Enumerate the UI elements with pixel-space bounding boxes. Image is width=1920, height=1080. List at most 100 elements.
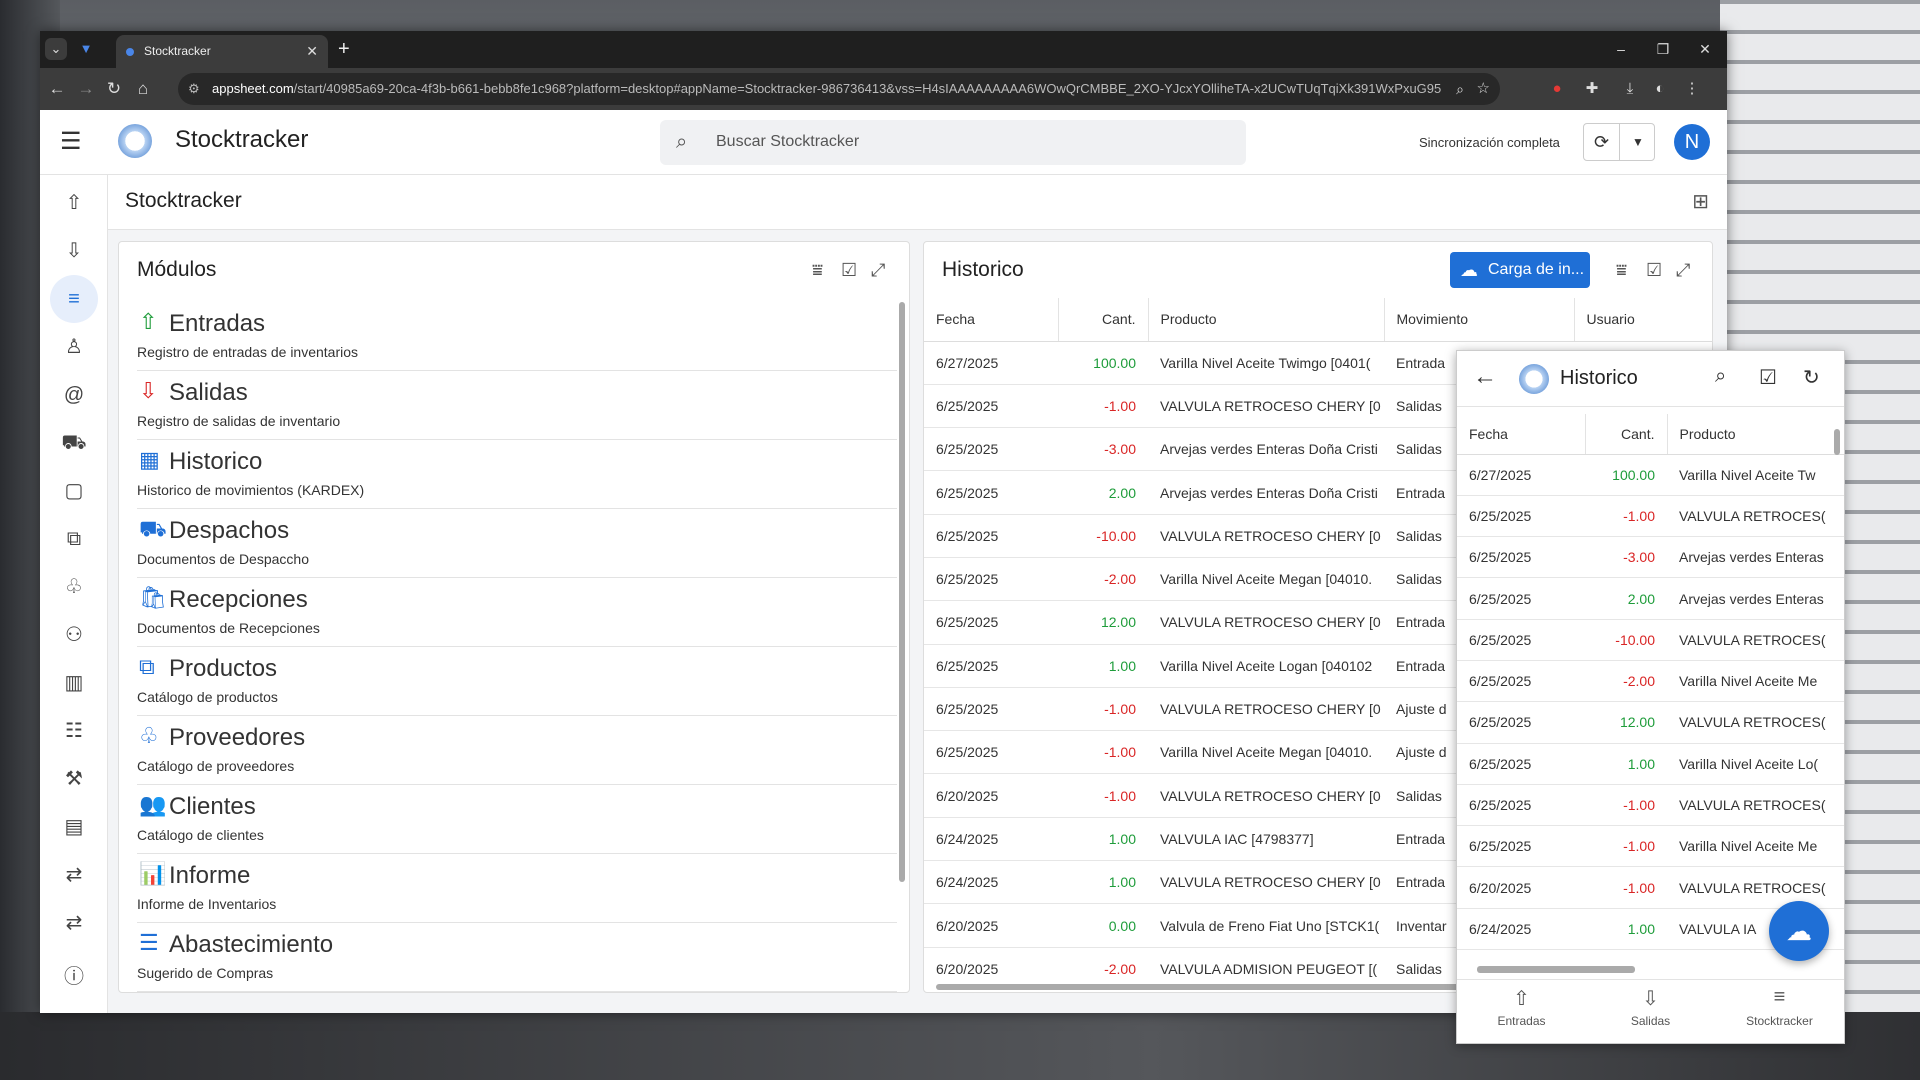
- historico-hscrollbar[interactable]: [936, 984, 1536, 990]
- url-host: appsheet.com: [212, 81, 294, 96]
- expand-icon[interactable]: ⤢: [1676, 260, 1690, 281]
- tab-search-button[interactable]: ⌄: [45, 38, 67, 60]
- extension-pin-icon[interactable]: ▼: [75, 38, 97, 60]
- nav-users-icon[interactable]: ⚇: [58, 619, 90, 651]
- column-header[interactable]: Cant.: [1585, 414, 1668, 455]
- select-checkbox-icon[interactable]: ☑: [1759, 365, 1777, 390]
- filter-icon[interactable]: ⩸: [812, 260, 823, 281]
- table-row[interactable]: 6/20/2025 -1.00 VALVULA RETROCES(: [1457, 866, 1844, 909]
- checklist-icon: ☰: [139, 930, 159, 955]
- extensions-puzzle-icon[interactable]: ✚: [1580, 77, 1604, 101]
- restore-button[interactable]: ❐: [1642, 31, 1684, 68]
- address-bar[interactable]: ⚙ appsheet.com/start/40985a69-20ca-4f3b-…: [178, 73, 1500, 105]
- minimize-button[interactable]: –: [1600, 31, 1642, 68]
- table-row[interactable]: 6/25/2025 -1.00 VALVULA RETROCES(: [1457, 495, 1844, 538]
- table-row[interactable]: 6/25/2025 -2.00 Varilla Nivel Aceite Me: [1457, 660, 1844, 703]
- chevron-down-icon[interactable]: ▼: [1620, 124, 1656, 160]
- table-row[interactable]: 6/25/2025 2.00 Arvejas verdes Enteras: [1457, 577, 1844, 620]
- cloud-upload-fab[interactable]: ☁: [1769, 901, 1829, 961]
- modulo-item[interactable]: ☰ Abastecimiento Sugerido de Compras: [137, 923, 897, 992]
- column-header[interactable]: Producto: [1148, 298, 1385, 342]
- modulo-description: Catálogo de proveedores: [137, 758, 295, 774]
- site-info-icon[interactable]: ⚙: [188, 73, 200, 105]
- sync-icon[interactable]: ⟳: [1584, 124, 1620, 160]
- nav-at-icon[interactable]: @: [58, 379, 90, 411]
- nav-handshake-icon[interactable]: ♧: [58, 571, 90, 603]
- nav-transfer-icon[interactable]: ⇄: [58, 859, 90, 891]
- column-header[interactable]: Fecha: [924, 298, 1059, 342]
- modulo-item[interactable]: 📊 Informe Informe de Inventarios: [137, 854, 897, 923]
- table-row[interactable]: 6/25/2025 -1.00 Varilla Nivel Aceite Me: [1457, 825, 1844, 868]
- table-row[interactable]: 6/25/2025 1.00 Varilla Nivel Aceite Lo(: [1457, 743, 1844, 785]
- browser-tab[interactable]: Stocktracker ✕: [116, 35, 328, 68]
- search-icon[interactable]: ⌕: [1715, 365, 1726, 388]
- carga-inventario-button[interactable]: ☁ Carga de in...: [1450, 252, 1590, 288]
- grid-view-icon[interactable]: ⊞: [1692, 189, 1709, 214]
- expand-icon[interactable]: ⤢: [871, 260, 885, 281]
- mobile-vscrollbar[interactable]: [1834, 429, 1840, 455]
- search-input[interactable]: ⌕ Buscar Stocktracker: [660, 120, 1246, 165]
- bottom-nav-item[interactable]: ⇩ Salidas: [1586, 986, 1715, 1030]
- column-header[interactable]: Cant.: [1058, 298, 1149, 342]
- nav-dolly-icon[interactable]: ⛟: [58, 427, 90, 459]
- hamburger-menu-icon[interactable]: ☰: [60, 130, 82, 154]
- cell-cant: -3.00: [1585, 536, 1667, 579]
- column-header[interactable]: Movimiento: [1384, 298, 1575, 342]
- modulo-name: Recepciones: [169, 586, 308, 613]
- profile-icon[interactable]: ◐: [1648, 77, 1672, 101]
- modulo-item[interactable]: ♧ Proveedores Catálogo de proveedores: [137, 716, 897, 785]
- nav-salidas-icon[interactable]: ⇩: [58, 235, 90, 267]
- nav-boxes-icon[interactable]: ⧉: [58, 523, 90, 555]
- tab-close-icon[interactable]: ✕: [306, 35, 318, 68]
- nav-bag-icon[interactable]: ▢: [58, 475, 90, 507]
- modulo-item[interactable]: ▦ Historico Historico de movimientos (KARD…: [137, 440, 897, 509]
- bookmark-star-icon[interactable]: ☆: [1477, 73, 1490, 105]
- modulo-item[interactable]: 🛍 Recepciones Documentos de Recepciones: [137, 578, 897, 647]
- refresh-icon[interactable]: ↻: [1803, 365, 1820, 390]
- extension-red-icon[interactable]: ●: [1545, 77, 1569, 101]
- nav-hammer-icon[interactable]: ⚒: [58, 763, 90, 795]
- close-window-button[interactable]: ✕: [1684, 31, 1726, 68]
- modulo-item[interactable]: ⇩ Salidas Registro de salidas de inventari…: [137, 371, 897, 440]
- nav-entradas-icon[interactable]: ⇧: [58, 187, 90, 219]
- bottom-nav-item[interactable]: ⇧ Entradas: [1457, 986, 1586, 1030]
- column-header[interactable]: Fecha: [1457, 414, 1586, 455]
- back-arrow-icon[interactable]: ←: [1473, 363, 1497, 391]
- cell-cant: -10.00: [1058, 514, 1148, 558]
- download-icon[interactable]: ⤓: [1618, 77, 1642, 101]
- modulo-item[interactable]: 👥 Clientes Catálogo de clientes: [137, 785, 897, 854]
- select-checkbox-icon[interactable]: ☑: [1646, 260, 1662, 281]
- filter-icon[interactable]: ⩸: [1616, 260, 1627, 281]
- reload-icon[interactable]: ↻: [102, 77, 126, 101]
- nav-info-icon[interactable]: ⓘ: [58, 961, 90, 993]
- table-row[interactable]: 6/25/2025 12.00 VALVULA RETROCES(: [1457, 701, 1844, 744]
- bottom-nav-item[interactable]: ≡ Stocktracker: [1715, 986, 1844, 1030]
- back-icon[interactable]: ←: [45, 77, 69, 101]
- zoom-icon[interactable]: ⌕: [1456, 73, 1464, 105]
- browser-menu-icon[interactable]: ⋮: [1680, 77, 1704, 101]
- cell-cant: -2.00: [1058, 557, 1148, 602]
- modulos-scrollbar[interactable]: [899, 302, 905, 882]
- nav-checklist-icon[interactable]: ☷: [58, 715, 90, 747]
- modulo-item[interactable]: ⛟ Despachos Documentos de Despaccho: [137, 509, 897, 578]
- forward-icon[interactable]: →: [74, 77, 98, 101]
- modulo-item[interactable]: ⧉ Productos Catálogo de productos: [137, 647, 897, 716]
- table-row[interactable]: 6/25/2025 -3.00 Arvejas verdes Enteras: [1457, 536, 1844, 579]
- cell-fecha: 6/25/2025: [924, 427, 1058, 472]
- avatar[interactable]: N: [1674, 124, 1710, 160]
- mobile-hscrollbar[interactable]: [1477, 966, 1635, 973]
- new-tab-button[interactable]: +: [338, 37, 350, 61]
- nav-chart-icon[interactable]: ▥: [58, 667, 90, 699]
- column-header[interactable]: Usuario: [1574, 298, 1712, 342]
- nav-user-icon[interactable]: ♙: [58, 331, 90, 363]
- nav-clipboard-icon[interactable]: ▤: [58, 811, 90, 843]
- modulo-item[interactable]: ⇧ Entradas Registro de entradas de inventa…: [137, 302, 897, 371]
- select-checkbox-icon[interactable]: ☑: [841, 260, 857, 281]
- table-row[interactable]: 6/25/2025 -1.00 VALVULA RETROCES(: [1457, 784, 1844, 827]
- table-row[interactable]: 6/25/2025 -10.00 VALVULA RETROCES(: [1457, 619, 1844, 661]
- table-row[interactable]: 6/27/2025 100.00 Varilla Nivel Aceite Tw: [1457, 454, 1844, 496]
- nav-transfer2-icon[interactable]: ⇄: [58, 907, 90, 939]
- home-icon[interactable]: ⌂: [131, 77, 155, 101]
- nav-stocktracker-icon[interactable]: ≡: [50, 275, 98, 323]
- column-header[interactable]: Producto: [1667, 414, 1844, 455]
